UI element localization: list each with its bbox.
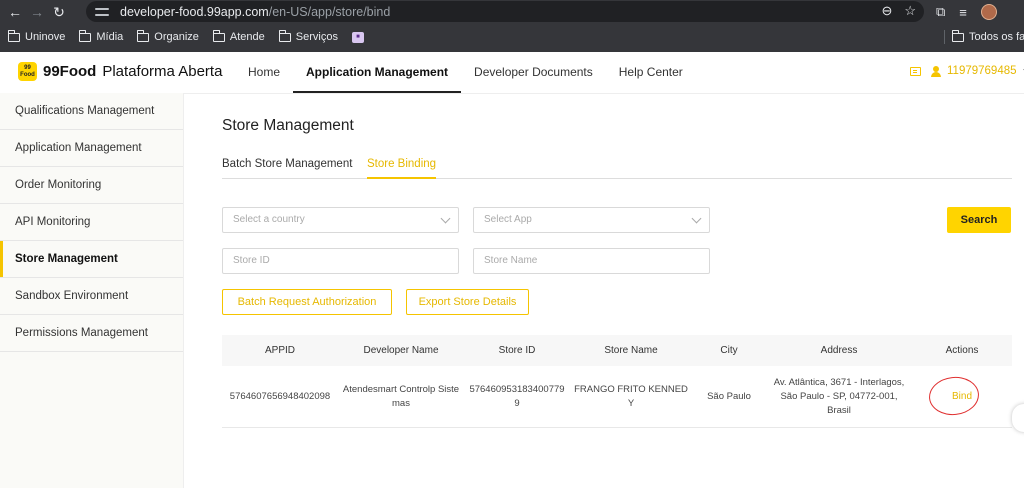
browser-profile-avatar[interactable]: [980, 4, 997, 20]
nav-help-center[interactable]: Help Center: [606, 52, 696, 92]
batch-request-authorization-button[interactable]: Batch Request Authorization: [222, 289, 392, 315]
sidebar-item-qualifications[interactable]: Qualifications Management: [0, 93, 183, 130]
browser-chrome: ← → ↻ developer-food.99app.com/en-US/app…: [0, 0, 1024, 52]
brand-name: 99Food: [43, 63, 97, 80]
cell-actions: Bind: [912, 366, 1012, 427]
forward-icon[interactable]: →: [26, 1, 48, 23]
cell-address: Av. Atlântica, 3671 - Interlagos, São Pa…: [773, 376, 905, 416]
nav-developer-documents[interactable]: Developer Documents: [461, 52, 606, 92]
folder-icon: [79, 29, 92, 42]
bookmark-folder[interactable]: Serviços: [278, 29, 338, 43]
user-icon: [931, 65, 941, 77]
store-name-input[interactable]: Store Name: [473, 248, 710, 274]
country-select[interactable]: Select a country: [222, 207, 459, 233]
url-text: developer-food.99app.com/en-US/app/store…: [120, 4, 391, 19]
chevron-down-icon: [440, 213, 451, 224]
cell-developer: Atendesmart Controlp Sistemas: [342, 383, 460, 409]
store-name-placeholder: Store Name: [484, 255, 538, 266]
cell-city: São Paulo: [707, 390, 751, 402]
app-header: 99 Food 99Food Plataforma Aberta Home App…: [0, 52, 1024, 94]
folder-icon: [137, 29, 150, 42]
cell-store-name: FRANGO FRITO KENNEDY: [574, 383, 688, 409]
bookmark-folder[interactable]: Uninove: [8, 29, 65, 43]
user-phone: 11979769485: [947, 65, 1017, 77]
folder-icon: [278, 29, 291, 42]
sidebar-item-order-monitoring[interactable]: Order Monitoring: [0, 167, 183, 204]
store-table: APPID Developer Name Store ID Store Name…: [222, 335, 1012, 428]
brand-logo[interactable]: 99 Food 99Food Plataforma Aberta: [18, 62, 222, 81]
export-store-details-button[interactable]: Export Store Details: [406, 289, 529, 315]
column-header-store-name: Store Name: [604, 345, 658, 356]
sidebar: Qualifications Management Application Ma…: [0, 93, 184, 488]
tab-store-binding[interactable]: Store Binding: [367, 158, 437, 179]
reload-icon[interactable]: ↻: [48, 1, 70, 23]
sidebar-item-application-management[interactable]: Application Management: [0, 130, 183, 167]
sidebar-item-api-monitoring[interactable]: API Monitoring: [0, 204, 183, 241]
column-header-appid: APPID: [264, 345, 295, 356]
extensions-icon[interactable]: ⧉: [936, 4, 945, 20]
page-title: Store Management: [222, 117, 354, 134]
folder-icon: [952, 29, 964, 42]
browser-toolbar: ← → ↻ developer-food.99app.com/en-US/app…: [0, 0, 1024, 24]
cell-store-id: 5764609531834007799: [469, 383, 565, 409]
floating-side-handle[interactable]: [1012, 404, 1024, 432]
app-select-placeholder: Select App: [484, 214, 532, 225]
folder-icon: [212, 29, 225, 42]
bookmark-folder[interactable]: Atende: [212, 29, 265, 43]
table-header: APPID Developer Name Store ID Store Name…: [222, 335, 1012, 366]
user-menu[interactable]: 11979769485: [931, 65, 1024, 77]
column-header-city: City: [720, 345, 738, 356]
chevron-down-icon: [691, 213, 702, 224]
sidebar-item-sandbox[interactable]: Sandbox Environment: [0, 278, 183, 315]
reading-list-icon[interactable]: ≡: [959, 5, 967, 20]
sidebar-item-permissions[interactable]: Permissions Management: [0, 315, 183, 352]
message-icon[interactable]: [910, 66, 921, 76]
bookmarks-bar: Uninove Mídia Organize Atende Serviços ■: [0, 26, 1024, 48]
store-id-input[interactable]: Store ID: [222, 248, 459, 274]
site-info-icon[interactable]: [94, 5, 110, 19]
column-header-developer: Developer Name: [363, 345, 439, 356]
app-bookmark-icon: ■: [351, 31, 364, 43]
back-icon[interactable]: ←: [4, 1, 26, 23]
address-bar[interactable]: developer-food.99app.com/en-US/app/store…: [86, 1, 924, 22]
folder-icon: [8, 29, 20, 42]
country-select-placeholder: Select a country: [233, 214, 305, 225]
zoom-icon[interactable]: ⊖: [881, 3, 892, 19]
tab-bar: Batch Store Management Store Binding: [222, 158, 1012, 179]
store-id-placeholder: Store ID: [233, 255, 270, 266]
sidebar-item-store-management[interactable]: Store Management: [0, 241, 183, 278]
bind-link[interactable]: Bind: [952, 390, 972, 404]
nav-application-management[interactable]: Application Management: [293, 52, 462, 93]
table-row: 5764607656948402098 Atendesmart Controlp…: [222, 366, 1012, 428]
cell-appid: 5764607656948402098: [229, 390, 331, 402]
brand-subtitle: Plataforma Aberta: [102, 63, 223, 80]
bookmark-folder[interactable]: Mídia: [79, 29, 123, 43]
bookmark-app[interactable]: ■: [351, 31, 364, 43]
top-nav: Home Application Management Developer Do…: [235, 52, 696, 93]
all-bookmarks-folder[interactable]: Todos os favo: [952, 26, 1024, 48]
search-button[interactable]: Search: [947, 207, 1011, 233]
tab-batch-store-management[interactable]: Batch Store Management: [222, 158, 352, 178]
logo-badge-icon: 99 Food: [18, 62, 37, 81]
column-header-actions: Actions: [945, 345, 979, 356]
column-header-store-id: Store ID: [498, 345, 536, 356]
nav-home[interactable]: Home: [235, 52, 293, 92]
bookmark-folder[interactable]: Organize: [137, 29, 199, 43]
bookmarks-divider: [944, 30, 945, 44]
bookmark-star-icon[interactable]: ☆: [904, 3, 916, 19]
app-select[interactable]: Select App: [473, 207, 710, 233]
column-header-address: Address: [820, 345, 858, 356]
